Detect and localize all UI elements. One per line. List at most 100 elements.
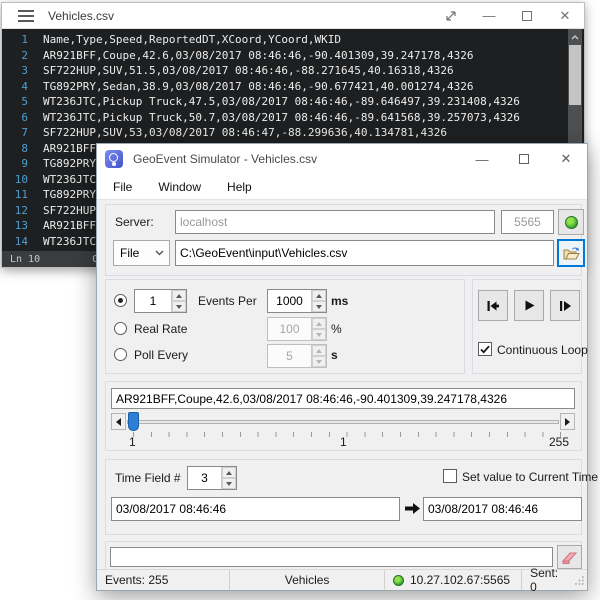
line-text: TG892PRY,Sedan,38.9,03/08/2017 08:46:46,… [36, 80, 473, 93]
menu-file[interactable]: File [103, 176, 142, 198]
spin-up-icon[interactable] [172, 290, 186, 301]
line-text: WT236JTC [36, 235, 96, 248]
line-text: AR921BFF [36, 219, 96, 232]
real-rate-spinner[interactable]: 100 [267, 317, 327, 341]
real-rate-value: 100 [268, 318, 311, 340]
set-current-time-checkbox[interactable] [443, 469, 457, 483]
endpoint-address: 10.27.102.67:5565 [410, 573, 510, 587]
editor-line: 3SF722HUP,SUV,51.5,03/08/2017 08:46:46,-… [2, 63, 584, 79]
connection-orb-icon [565, 216, 578, 229]
line-text: WT236JTC [36, 173, 96, 186]
line-text: AR921BFF,Coupe,42.6,03/08/2017 08:46:46,… [36, 49, 473, 62]
time-from-input[interactable] [111, 497, 400, 521]
slider-right-button[interactable] [560, 413, 575, 430]
editor-line: 5WT236JTC,Pickup Truck,47.5,03/08/2017 0… [2, 94, 584, 110]
editor-minimize-button[interactable]: — [470, 3, 508, 28]
spin-down-icon[interactable] [312, 301, 326, 312]
simulator-maximize-button[interactable] [503, 144, 545, 174]
real-rate-radio[interactable] [114, 322, 127, 335]
play-icon [523, 299, 536, 312]
events-per-radio[interactable] [114, 294, 127, 307]
slider-left-button[interactable] [111, 413, 126, 430]
simulator-close-button[interactable]: ✕ [545, 144, 587, 174]
events-interval-spinner[interactable]: 1000 [267, 289, 327, 313]
step-forward-button[interactable] [550, 290, 580, 321]
source-type-dropdown[interactable]: File [113, 240, 170, 266]
line-number: 13 [2, 218, 36, 234]
line-number: 4 [2, 79, 36, 95]
line-number: 7 [2, 125, 36, 141]
feed-name-status: Vehicles [230, 570, 385, 590]
arrow-right-icon [565, 418, 570, 426]
editor-maximize-button[interactable] [508, 3, 546, 28]
slider-mid-label: 1 [340, 435, 347, 449]
spin-down-icon[interactable] [172, 301, 186, 312]
ms-unit-label: ms [331, 294, 348, 308]
events-count-spinner[interactable]: 1 [134, 289, 187, 313]
editor-line: 6WT236JTC,Pickup Truck,50.7,03/08/2017 0… [2, 110, 584, 126]
poll-spinner[interactable]: 5 [267, 344, 327, 368]
simulator-statusbar: Events: 255 Vehicles 10.27.102.67:5565 S… [97, 569, 587, 590]
resize-grip-icon[interactable] [575, 575, 585, 585]
spin-up-icon[interactable] [222, 467, 236, 478]
maximize-icon [519, 154, 529, 164]
menubar: File Window Help [97, 174, 587, 200]
editor-line: 7SF722HUP,SUV,53,03/08/2017 08:46:47,-88… [2, 125, 584, 141]
line-number: 11 [2, 187, 36, 203]
spin-up-icon[interactable] [312, 290, 326, 301]
events-count-value: 1 [135, 290, 171, 312]
simulator-minimize-button[interactable]: — [461, 144, 503, 174]
current-event-input[interactable] [111, 388, 575, 409]
file-path-input[interactable] [175, 240, 554, 266]
line-number: 2 [2, 48, 36, 64]
skip-to-start-button[interactable] [478, 290, 508, 321]
line-text: Name,Type,Speed,ReportedDT,XCoord,YCoord… [36, 33, 341, 46]
progress-bar [110, 547, 553, 567]
server-host-input[interactable] [175, 210, 495, 234]
connect-button[interactable] [558, 209, 584, 235]
editor-expand-button[interactable] [432, 3, 470, 28]
spin-down-icon [312, 329, 326, 340]
poll-every-label: Poll Every [134, 348, 188, 362]
poll-every-radio[interactable] [114, 348, 127, 361]
spin-up-icon [312, 345, 326, 356]
editor-line: 1Name,Type,Speed,ReportedDT,XCoord,YCoor… [2, 32, 584, 48]
event-slider-thumb[interactable] [128, 412, 139, 431]
event-slider-track[interactable] [127, 420, 559, 424]
check-icon [480, 345, 490, 354]
scrollbar-thumb[interactable] [569, 45, 581, 105]
events-count-status: Events: 255 [97, 570, 230, 590]
time-field-label: Time Field # [115, 471, 181, 485]
server-port-input[interactable] [501, 210, 554, 234]
hamburger-menu-icon[interactable] [18, 10, 34, 22]
editor-line: 4TG892PRY,Sedan,38.9,03/08/2017 08:46:46… [2, 79, 584, 95]
simulator-window-title: GeoEvent Simulator - Vehicles.csv [133, 152, 317, 166]
scroll-up-icon[interactable] [568, 31, 582, 43]
line-text: SF722HUP,SUV,51.5,03/08/2017 08:46:46,-8… [36, 64, 454, 77]
line-number: 1 [2, 32, 36, 48]
line-text: AR921BFF [36, 142, 96, 155]
connected-status-icon [393, 575, 404, 586]
line-text: WT236JTC,Pickup Truck,47.5,03/08/2017 08… [36, 95, 520, 108]
eraser-icon [561, 551, 578, 564]
step-forward-icon [558, 299, 572, 313]
line-number: 9 [2, 156, 36, 172]
editor-titlebar: Vehicles.csv — ✕ [2, 3, 584, 29]
spin-down-icon[interactable] [222, 478, 236, 489]
skip-to-start-icon [486, 299, 500, 313]
browse-file-button[interactable] [557, 239, 585, 267]
continuous-loop-label: Continuous Loop [497, 343, 588, 357]
percent-unit-label: % [331, 322, 342, 336]
editor-close-button[interactable]: ✕ [546, 3, 584, 28]
simulator-titlebar: GeoEvent Simulator - Vehicles.csv — ✕ [97, 144, 587, 174]
time-field-spinner[interactable]: 3 [187, 466, 237, 490]
menu-window[interactable]: Window [148, 176, 211, 198]
editor-line: 2AR921BFF,Coupe,42.6,03/08/2017 08:46:46… [2, 48, 584, 64]
play-button[interactable] [514, 290, 544, 321]
geoevent-app-icon [105, 150, 123, 168]
editor-window-title: Vehicles.csv [48, 9, 114, 23]
menu-help[interactable]: Help [217, 176, 262, 198]
time-to-input[interactable] [423, 497, 582, 521]
continuous-loop-checkbox[interactable] [478, 342, 492, 356]
map-to-arrow-icon [404, 502, 421, 515]
